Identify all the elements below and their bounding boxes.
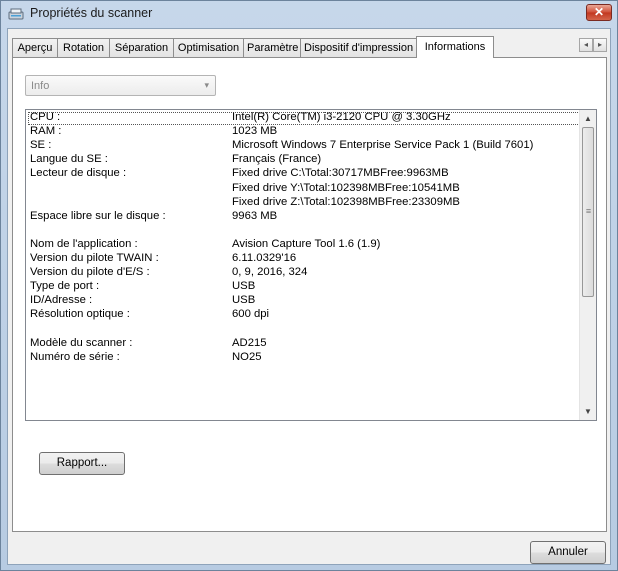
info-row[interactable]: SE : Microsoft Windows 7 Enterprise Servi… [26,139,580,153]
info-row[interactable]: Résolution optique : 600 dpi [26,308,580,322]
info-row[interactable]: Lecteur de disque : Fixed drive C:\Total:… [26,167,580,181]
arrow-left-icon: ◂ [583,40,588,49]
scanner-icon [8,8,24,20]
info-value: Fixed drive C:\Total:30717MBFree:9963MB [232,167,449,180]
info-row[interactable] [26,323,580,337]
info-label: Type de port : [30,280,100,293]
info-label: Langue du SE : [30,153,108,166]
scroll-up-icon[interactable]: ▲ [580,110,596,127]
chevron-down-icon: ▾ [204,80,209,90]
cancel-button[interactable]: Annuler [530,541,606,564]
info-row[interactable]: Version du pilote d'E/S : 0, 9, 2016, 324 [26,266,580,280]
info-label: CPU : [30,111,61,123]
info-value: 9963 MB [232,209,278,222]
info-label: Version du pilote TWAIN : [30,252,159,264]
info-value: NO25 [232,350,262,363]
info-type-value: Info [31,80,50,92]
informations-panel: Info ▾ CPU : Intel(R) Core(TM) i3-2120 CP… [12,57,607,532]
info-label: Numéro de série : [30,350,120,363]
tab-scroll-right-button[interactable]: ▸ [593,38,607,52]
info-type-dropdown[interactable]: Info ▾ [25,75,216,96]
close-button[interactable]: ✕ [586,4,612,21]
info-row[interactable]: Type de port : USB [26,280,580,294]
title-bar[interactable]: Propriétés du scanner ✕ [1,1,617,27]
tab-apercu[interactable]: Aperçu [12,38,58,57]
info-row[interactable]: ID/Adresse : USB [26,294,580,308]
tab-parametre[interactable]: Paramètre [243,38,301,57]
info-row[interactable] [26,224,580,238]
dialog-body: Aperçu Rotation Séparation Optimisation … [7,28,611,565]
info-row[interactable]: Espace libre sur le disque : 9963 MB [26,210,580,224]
info-label: Nom de l'application : [30,237,138,250]
grip-icon: ≡ [585,206,592,216]
info-row[interactable]: Fixed drive Z:\Total:102398MBFree:23309M… [26,196,580,210]
system-info-list[interactable]: CPU : Intel(R) Core(TM) i3-2120 CPU @ 3.3… [25,109,597,421]
scanner-properties-window: Propriétés du scanner ✕ Aperçu Rotation … [0,0,618,571]
info-value: 600 dpi [232,308,270,321]
info-value: 0, 9, 2016, 324 [232,266,308,279]
scrollbar-thumb[interactable]: ≡ [582,127,594,297]
info-label: RAM : [30,125,62,138]
tab-optimisation[interactable]: Optimisation [173,38,244,57]
info-row[interactable]: Langue du SE : Français (France) [26,153,580,167]
info-label: Lecteur de disque : [30,167,127,180]
info-value: AD215 [232,336,267,349]
report-button[interactable]: Rapport... [39,452,125,475]
info-value: 6.11.0329'16 [232,252,297,264]
info-value: 1023 MB [232,125,278,138]
info-row[interactable]: Nom de l'application : Avision Capture To… [26,238,580,252]
info-value: Fixed drive Z:\Total:102398MBFree:23309M… [232,195,460,208]
info-value: USB [232,294,256,307]
window-title: Propriétés du scanner [30,6,153,20]
info-row[interactable]: Modèle du scanner : AD215 [26,337,580,351]
scroll-down-icon[interactable]: ▼ [580,403,596,420]
tab-scroll-left-button[interactable]: ◂ [579,38,593,52]
close-icon: ✕ [593,5,605,19]
info-value: USB [232,280,256,293]
info-row[interactable]: CPU : Intel(R) Core(TM) i3-2120 CPU @ 3.3… [26,111,580,125]
tab-dispositif-impression[interactable]: Dispositif d'impression [300,38,417,57]
info-value: Fixed drive Y:\Total:102398MBFree:10541M… [232,181,460,194]
info-row[interactable]: Numéro de série : NO25 [26,351,580,365]
tab-rotation[interactable]: Rotation [57,38,110,57]
info-label: Version du pilote d'E/S : [30,266,150,279]
info-row[interactable]: RAM : 1023 MB [26,125,580,139]
info-row[interactable]: Version du pilote TWAIN : 6.11.0329'16 [26,252,580,266]
arrow-right-icon: ▸ [597,40,602,49]
info-label: SE : [30,139,52,152]
vertical-scrollbar[interactable]: ▲ ≡ ▼ [579,110,596,420]
tab-separation[interactable]: Séparation [109,38,174,57]
info-label: Espace libre sur le disque : [30,209,166,222]
info-label: Résolution optique : [30,308,130,321]
info-value: Avision Capture Tool 1.6 (1.9) [232,237,381,250]
info-value: Français (France) [232,153,322,166]
info-value: Microsoft Windows 7 Enterprise Service P… [232,139,534,152]
tab-informations[interactable]: Informations [416,36,494,58]
info-label: ID/Adresse : [30,294,93,307]
info-label: Modèle du scanner : [30,336,133,349]
info-row[interactable]: Fixed drive Y:\Total:102398MBFree:10541M… [26,182,580,196]
info-value: Intel(R) Core(TM) i3-2120 CPU @ 3.30GHz [232,111,451,123]
